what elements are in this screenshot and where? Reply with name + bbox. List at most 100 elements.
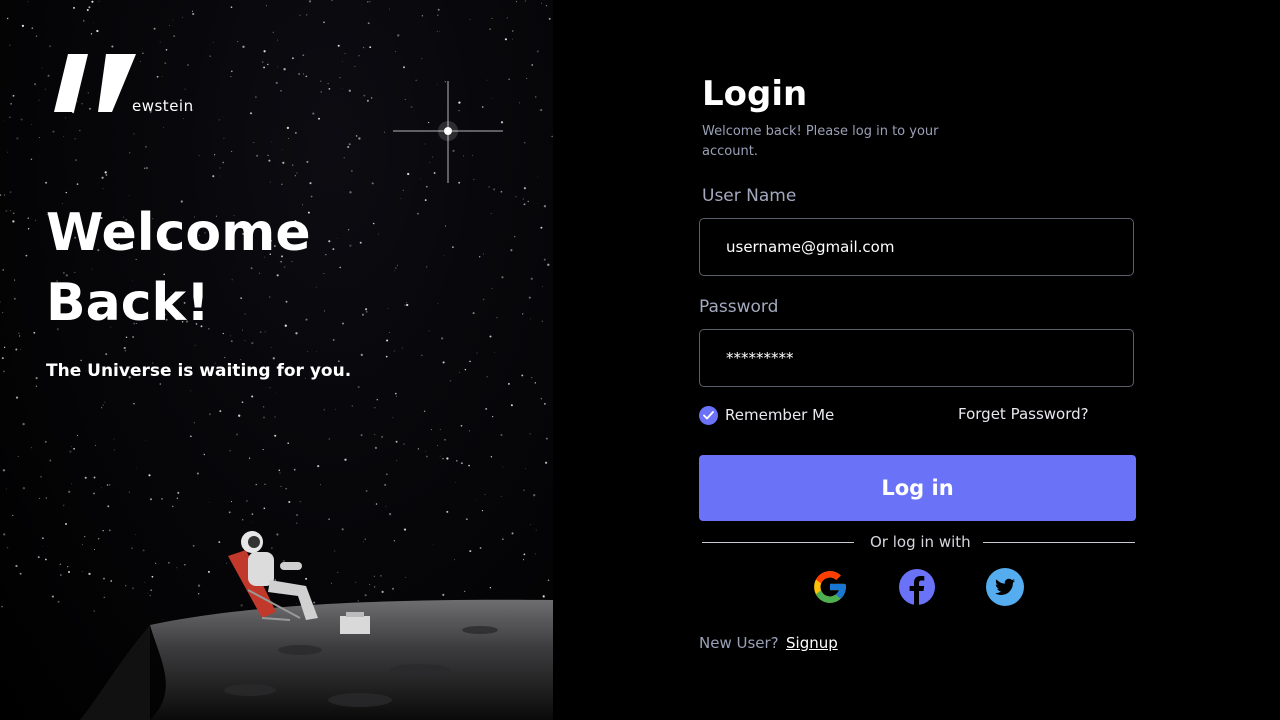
star — [444, 81, 446, 83]
star — [366, 99, 369, 102]
star — [165, 48, 168, 51]
star — [512, 38, 513, 40]
star — [433, 172, 436, 174]
star — [168, 25, 170, 27]
star — [307, 351, 309, 353]
star — [401, 347, 403, 349]
login-page: ewstein Welcome Back! The Universe is wa… — [0, 0, 1280, 720]
star — [229, 450, 231, 452]
password-input[interactable] — [700, 330, 1133, 386]
star — [40, 475, 42, 478]
star — [351, 170, 353, 172]
star — [540, 226, 543, 229]
star — [355, 135, 358, 137]
star — [203, 453, 205, 456]
star — [436, 30, 438, 32]
star — [404, 98, 406, 100]
twitter-login-button[interactable] — [986, 568, 1024, 606]
star — [198, 154, 200, 156]
star — [496, 316, 498, 319]
star — [269, 387, 271, 389]
star — [318, 117, 320, 120]
star — [506, 17, 508, 19]
star — [102, 404, 104, 406]
star — [460, 462, 463, 465]
star — [320, 80, 322, 82]
star — [439, 428, 441, 430]
star — [3, 346, 6, 348]
star — [537, 203, 539, 205]
star — [396, 459, 398, 461]
star — [504, 38, 507, 41]
star — [439, 455, 441, 457]
star — [69, 450, 72, 453]
star — [31, 27, 34, 29]
star — [102, 188, 104, 189]
username-field[interactable] — [699, 218, 1134, 276]
star — [439, 30, 440, 32]
remember-me-checkbox[interactable]: Remember Me — [699, 404, 834, 426]
star — [441, 337, 444, 340]
star — [27, 1, 29, 3]
star — [144, 167, 146, 169]
star — [491, 287, 493, 290]
star — [452, 246, 454, 248]
star — [288, 138, 289, 139]
star — [25, 254, 28, 257]
google-login-button[interactable] — [811, 568, 849, 606]
star — [193, 422, 195, 424]
star — [518, 102, 520, 104]
star — [194, 344, 196, 346]
login-button[interactable]: Log in — [699, 455, 1136, 521]
star — [33, 331, 36, 334]
bright-star — [393, 81, 503, 183]
google-icon — [814, 571, 846, 603]
star — [38, 137, 40, 138]
remember-me-label: Remember Me — [725, 406, 835, 424]
signup-link[interactable]: Signup — [786, 634, 838, 652]
star — [17, 455, 19, 457]
star — [395, 395, 398, 397]
hero-title-line1: Welcome — [46, 203, 311, 263]
star — [491, 415, 494, 418]
star — [129, 152, 131, 154]
brand-logo[interactable]: ewstein — [54, 54, 204, 118]
star — [420, 178, 421, 180]
star — [402, 189, 404, 191]
star — [302, 54, 305, 57]
star — [510, 404, 513, 407]
star — [249, 112, 253, 115]
star — [196, 472, 199, 475]
star — [444, 438, 446, 441]
star — [262, 61, 264, 63]
password-field[interactable] — [699, 329, 1134, 387]
star — [45, 497, 47, 499]
star — [362, 46, 365, 49]
star — [551, 135, 553, 138]
star — [442, 457, 444, 460]
star — [531, 64, 533, 66]
star — [365, 490, 368, 492]
star — [486, 79, 488, 81]
star — [183, 118, 184, 119]
star — [328, 438, 331, 440]
forgot-password-link[interactable]: Forget Password? — [958, 405, 1089, 423]
star — [481, 509, 484, 512]
star — [445, 225, 446, 227]
star — [256, 154, 259, 157]
star — [10, 103, 12, 105]
star — [469, 360, 471, 363]
star — [442, 361, 445, 364]
star — [262, 406, 265, 408]
star — [124, 349, 127, 352]
hero-title-line2: Back! — [46, 273, 210, 333]
star — [44, 440, 47, 443]
facebook-login-button[interactable] — [898, 568, 936, 606]
star — [489, 335, 492, 338]
star — [429, 162, 431, 163]
username-input[interactable] — [700, 219, 1133, 275]
star — [249, 457, 251, 459]
star — [383, 131, 386, 133]
checkmark-icon[interactable] — [699, 405, 718, 425]
star — [533, 494, 536, 497]
